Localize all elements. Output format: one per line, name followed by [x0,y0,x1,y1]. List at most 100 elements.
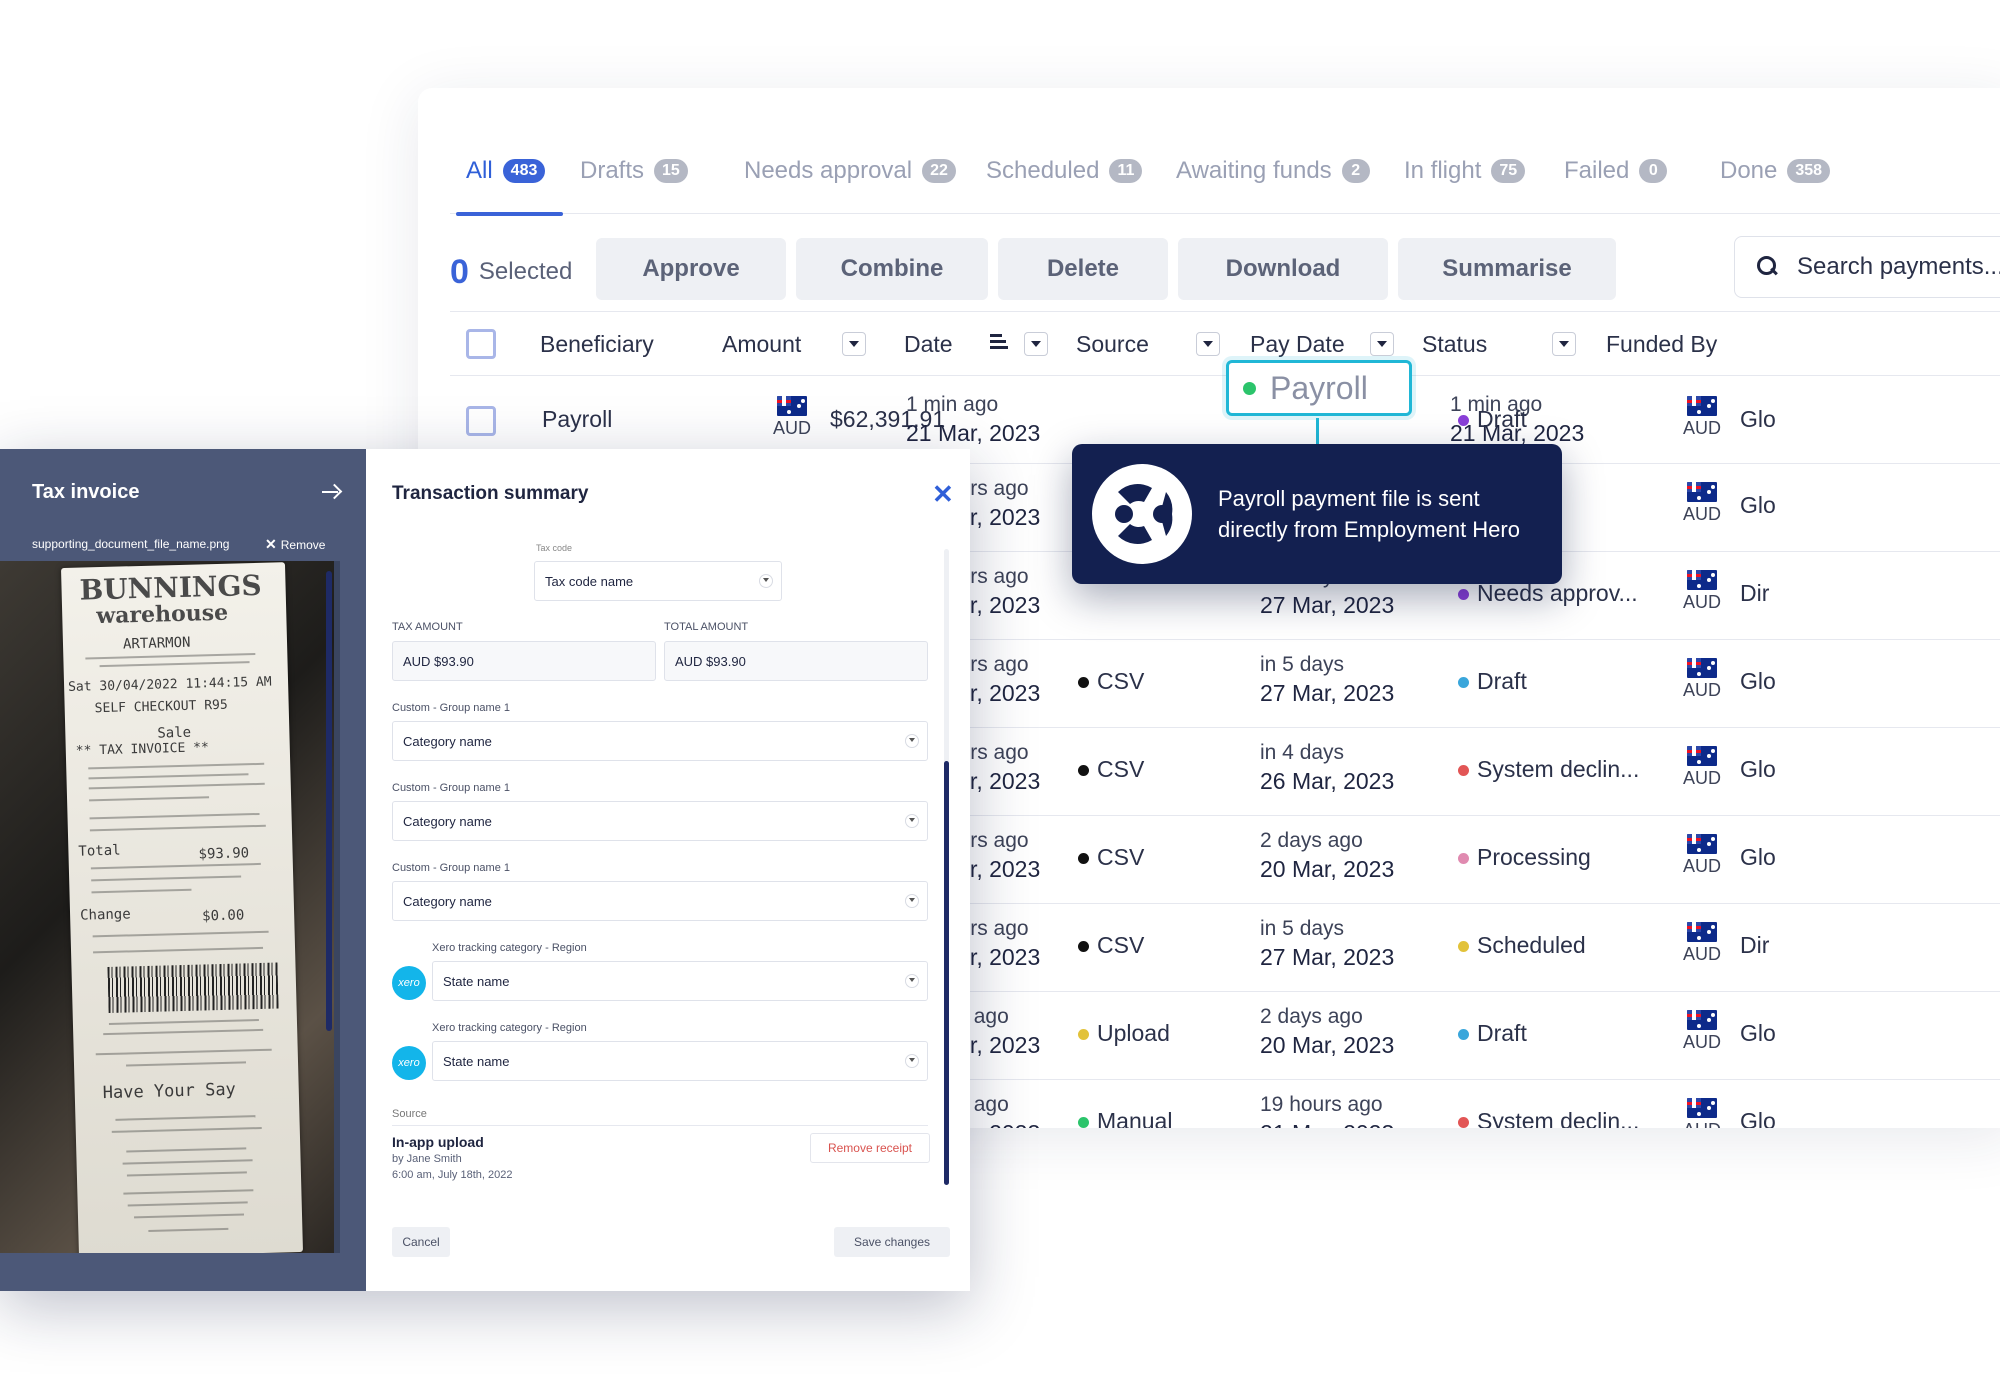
column-beneficiary[interactable]: Beneficiary [540,312,654,376]
column-status[interactable]: Status [1422,312,1487,376]
receipt-paper: BUNNINGS warehouse ARTARMON Sat 30/04/20… [61,562,303,1253]
summary-scrollbar[interactable] [944,549,949,1185]
pay-date-cell: in 5 days27 Mar, 2023 [1260,653,1395,706]
group-label: Custom - Group name 1 [392,702,510,714]
funding-currency: AUD [1680,482,1724,525]
amount-filter-dropdown[interactable] [842,332,866,356]
source-label: Source [392,1108,427,1120]
payroll-source-pill[interactable]: Payroll [1226,360,1412,416]
search-input[interactable]: Search payments... [1734,236,2000,298]
funded-by-value: Dir [1740,580,1770,606]
arrow-right-icon[interactable] [322,483,340,501]
tax-code-select[interactable]: Tax code name [534,561,782,601]
receipt-image: BUNNINGS warehouse ARTARMON Sat 30/04/20… [0,561,340,1253]
funding-currency: AUD [1680,834,1724,877]
source-time: 6:00 am, July 18th, 2022 [392,1169,513,1181]
xero-logo-icon: xero [392,966,426,1000]
column-funded-by[interactable]: Funded By [1606,312,1717,376]
column-source[interactable]: Source [1076,312,1149,376]
receipt-scrollbar[interactable] [326,571,332,1031]
delete-button[interactable]: Delete [998,238,1168,300]
xero-label: Xero tracking category - Region [432,942,587,954]
source-filter-dropdown[interactable] [1196,332,1220,356]
funding-currency: AUD [1680,570,1724,613]
tab-count: 358 [1787,159,1831,183]
download-button[interactable]: Download [1178,238,1388,300]
chevron-down-icon [909,1058,915,1062]
status-badge: Needs approv... [1458,580,1638,607]
pay-date-cell: in 4 days 26 Mar, 2023 [1260,741,1395,794]
column-amount[interactable]: Amount [722,312,801,376]
cancel-button[interactable]: Cancel [392,1227,450,1257]
status-badge: Scheduled [1458,932,1586,959]
pay-date-cell: in 5 days27 Mar, 2023 [1260,917,1395,970]
tab-count: 11 [1109,159,1143,183]
row-checkbox[interactable] [466,406,496,436]
status-filter-dropdown[interactable] [1552,332,1576,356]
combine-button[interactable]: Combine [796,238,988,300]
beneficiary-name: Payroll [542,406,613,432]
select-all-checkbox[interactable] [466,329,496,359]
file-name: supporting_document_file_name.png [32,537,230,551]
close-icon[interactable]: ✕ [932,479,954,510]
funding-currency: AUD [1680,658,1724,701]
tab-failed[interactable]: Failed 0 [1564,128,1668,214]
tax-amount-label: TAX AMOUNT [392,621,463,633]
category-select[interactable]: Category name [392,721,928,761]
tab-awaiting-funds[interactable]: Awaiting funds 2 [1176,128,1370,214]
australia-flag-icon [1687,658,1717,678]
tab-done[interactable]: Done 358 [1720,128,1831,214]
close-icon: ✕ [265,536,277,552]
funded-by-value: Glo [1740,844,1776,870]
region-select[interactable]: State name [432,1041,928,1081]
tooltip-message: Payroll payment file is sent directly fr… [1218,486,1520,542]
summarise-button[interactable]: Summarise [1398,238,1616,300]
source-dot [1243,381,1256,395]
region-select[interactable]: State name [432,961,928,1001]
xero-label: Xero tracking category - Region [432,1022,587,1034]
chevron-down-icon [909,818,915,822]
save-changes-button[interactable]: Save changes [834,1227,950,1257]
source-value: CSV [1078,668,1144,695]
total-amount-field[interactable]: AUD $93.90 [664,641,928,681]
pay-date-cell: 2 days ago 20 Mar, 2023 [1260,829,1395,882]
status-badge: Draft [1458,406,1527,433]
chevron-down-icon [763,578,769,582]
date-filter-dropdown[interactable] [1024,332,1048,356]
remove-file-button[interactable]: ✕ Remove [265,536,325,553]
category-select[interactable]: Category name [392,801,928,841]
chevron-down-icon [909,978,915,982]
tab-scheduled[interactable]: Scheduled 11 [986,128,1143,214]
pay-date-filter-dropdown[interactable] [1370,332,1394,356]
transaction-summary: Transaction summary ✕ Tax code Tax code … [366,449,970,1291]
category-select[interactable]: Category name [392,881,928,921]
remove-receipt-button[interactable]: Remove receipt [810,1133,930,1163]
australia-flag-icon [1687,396,1717,416]
source-by: by Jane Smith [392,1153,462,1165]
transaction-drawer: Tax invoice supporting_document_file_nam… [0,449,970,1291]
sort-icon[interactable] [990,334,1008,352]
table-header: Beneficiary Amount Date Source Pay Date … [450,312,2000,376]
australia-flag-icon [1687,482,1717,502]
tab-drafts[interactable]: Drafts 15 [580,128,688,214]
column-date[interactable]: Date [904,312,953,376]
australia-flag-icon [777,396,807,416]
tab-count: 2 [1341,159,1370,183]
tab-count: 15 [654,159,688,183]
funding-currency: AUD [1680,746,1724,789]
funding-currency: AUD [1680,1098,1724,1128]
tab-in-flight[interactable]: In flight 75 [1404,128,1526,214]
australia-flag-icon [1687,1098,1717,1118]
tab-count: 0 [1639,159,1668,183]
tax-amount-field[interactable]: AUD $93.90 [392,641,656,681]
funded-by-value: Glo [1740,668,1776,694]
status-badge: System declin... [1458,1108,1639,1128]
approve-button[interactable]: Approve [596,238,786,300]
tab-all[interactable]: All 483 [455,128,564,216]
tax-code-label: Tax code [536,543,573,553]
group-label: Custom - Group name 1 [392,782,510,794]
status-badge: Draft [1458,668,1527,695]
source-value: In-app upload [392,1134,484,1150]
australia-flag-icon [1687,570,1717,590]
tab-needs-approval[interactable]: Needs approval 22 [744,128,956,214]
